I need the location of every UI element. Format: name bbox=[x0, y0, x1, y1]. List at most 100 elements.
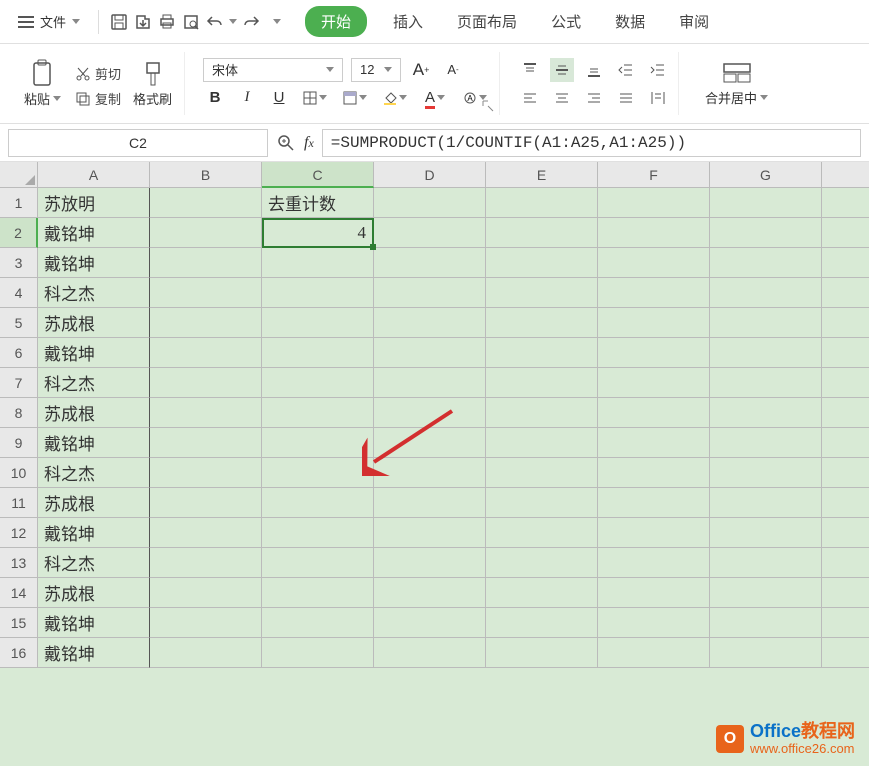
cell[interactable]: 戴铭坤 bbox=[38, 248, 150, 278]
cell[interactable] bbox=[262, 518, 374, 548]
row-header[interactable]: 7 bbox=[0, 368, 38, 398]
cell[interactable] bbox=[374, 548, 486, 578]
cell[interactable] bbox=[486, 428, 598, 458]
cell[interactable] bbox=[262, 248, 374, 278]
cell[interactable] bbox=[150, 308, 262, 338]
cell[interactable] bbox=[598, 608, 710, 638]
tab-page-layout[interactable]: 页面布局 bbox=[449, 7, 525, 36]
name-box[interactable]: C2 bbox=[8, 129, 268, 157]
cell[interactable]: 苏成根 bbox=[38, 398, 150, 428]
cell[interactable] bbox=[262, 278, 374, 308]
cell[interactable]: 苏成根 bbox=[38, 308, 150, 338]
cell[interactable] bbox=[822, 368, 869, 398]
justify-button[interactable] bbox=[614, 86, 638, 110]
cell[interactable] bbox=[486, 308, 598, 338]
cell[interactable] bbox=[486, 608, 598, 638]
cell[interactable] bbox=[598, 338, 710, 368]
tab-start[interactable]: 开始 bbox=[305, 6, 367, 37]
fill-color-button[interactable] bbox=[379, 86, 411, 110]
column-header[interactable]: E bbox=[486, 162, 598, 188]
cell[interactable] bbox=[374, 248, 486, 278]
cell[interactable]: 去重计数 bbox=[262, 188, 374, 218]
cell[interactable]: 科之杰 bbox=[38, 368, 150, 398]
column-header[interactable]: H bbox=[822, 162, 869, 188]
cell[interactable]: 戴铭坤 bbox=[38, 428, 150, 458]
cell[interactable] bbox=[150, 578, 262, 608]
cell[interactable]: 戴铭坤 bbox=[38, 518, 150, 548]
cell[interactable] bbox=[710, 278, 822, 308]
cell[interactable]: 4 bbox=[262, 218, 374, 248]
qat-customize-icon[interactable] bbox=[273, 19, 281, 24]
cell[interactable] bbox=[150, 188, 262, 218]
cell[interactable]: 科之杰 bbox=[38, 548, 150, 578]
cell[interactable]: 戴铭坤 bbox=[38, 218, 150, 248]
row-header[interactable]: 9 bbox=[0, 428, 38, 458]
cell[interactable] bbox=[374, 608, 486, 638]
cell[interactable] bbox=[598, 428, 710, 458]
cell[interactable]: 戴铭坤 bbox=[38, 638, 150, 668]
cell[interactable] bbox=[710, 458, 822, 488]
fx-icon[interactable]: fx bbox=[304, 134, 314, 152]
cell[interactable] bbox=[486, 338, 598, 368]
cell[interactable] bbox=[374, 218, 486, 248]
cell[interactable] bbox=[710, 428, 822, 458]
cell[interactable] bbox=[710, 308, 822, 338]
tab-review[interactable]: 审阅 bbox=[671, 7, 717, 36]
row-header[interactable]: 3 bbox=[0, 248, 38, 278]
cell[interactable] bbox=[374, 578, 486, 608]
cell[interactable] bbox=[486, 248, 598, 278]
row-header[interactable]: 5 bbox=[0, 308, 38, 338]
cell[interactable] bbox=[822, 218, 869, 248]
row-header[interactable]: 16 bbox=[0, 638, 38, 668]
cell[interactable] bbox=[822, 578, 869, 608]
cell[interactable] bbox=[822, 428, 869, 458]
cell[interactable] bbox=[150, 488, 262, 518]
copy-button[interactable]: 复制 bbox=[71, 87, 125, 110]
cell[interactable] bbox=[486, 578, 598, 608]
cell[interactable] bbox=[822, 188, 869, 218]
align-right-button[interactable] bbox=[582, 86, 606, 110]
cell[interactable] bbox=[710, 488, 822, 518]
cell[interactable] bbox=[598, 518, 710, 548]
row-header[interactable]: 6 bbox=[0, 338, 38, 368]
cell[interactable] bbox=[710, 338, 822, 368]
cell[interactable] bbox=[486, 548, 598, 578]
cell[interactable] bbox=[486, 188, 598, 218]
align-top-button[interactable] bbox=[518, 58, 542, 82]
cell[interactable] bbox=[374, 338, 486, 368]
cell[interactable]: 戴铭坤 bbox=[38, 608, 150, 638]
underline-button[interactable]: U bbox=[267, 86, 291, 110]
cell[interactable] bbox=[822, 518, 869, 548]
cell[interactable] bbox=[374, 488, 486, 518]
tab-insert[interactable]: 插入 bbox=[385, 7, 431, 36]
cell[interactable] bbox=[822, 308, 869, 338]
cell[interactable] bbox=[486, 398, 598, 428]
font-size-select[interactable]: 12 bbox=[351, 58, 401, 82]
cell[interactable] bbox=[150, 548, 262, 578]
select-all-corner[interactable] bbox=[0, 162, 38, 188]
cell[interactable] bbox=[598, 248, 710, 278]
cell[interactable] bbox=[598, 398, 710, 428]
cell[interactable] bbox=[486, 488, 598, 518]
row-header[interactable]: 2 bbox=[0, 218, 38, 248]
font-color-button[interactable]: A bbox=[419, 86, 451, 110]
output-icon[interactable] bbox=[133, 12, 153, 32]
cut-button[interactable]: 剪切 bbox=[71, 62, 125, 85]
column-header[interactable]: D bbox=[374, 162, 486, 188]
cell[interactable]: 科之杰 bbox=[38, 458, 150, 488]
cell[interactable] bbox=[598, 368, 710, 398]
row-header[interactable]: 13 bbox=[0, 548, 38, 578]
cell[interactable] bbox=[262, 338, 374, 368]
cell[interactable] bbox=[710, 638, 822, 668]
cell[interactable] bbox=[486, 278, 598, 308]
tab-data[interactable]: 数据 bbox=[607, 7, 653, 36]
cell[interactable] bbox=[710, 548, 822, 578]
cell[interactable] bbox=[150, 398, 262, 428]
cell[interactable]: 苏成根 bbox=[38, 488, 150, 518]
formula-input[interactable]: =SUMPRODUCT(1/COUNTIF(A1:A25,A1:A25)) bbox=[322, 129, 861, 157]
cell[interactable] bbox=[262, 308, 374, 338]
cell[interactable] bbox=[598, 488, 710, 518]
undo-icon[interactable] bbox=[205, 12, 225, 32]
cell[interactable] bbox=[374, 398, 486, 428]
row-header[interactable]: 4 bbox=[0, 278, 38, 308]
